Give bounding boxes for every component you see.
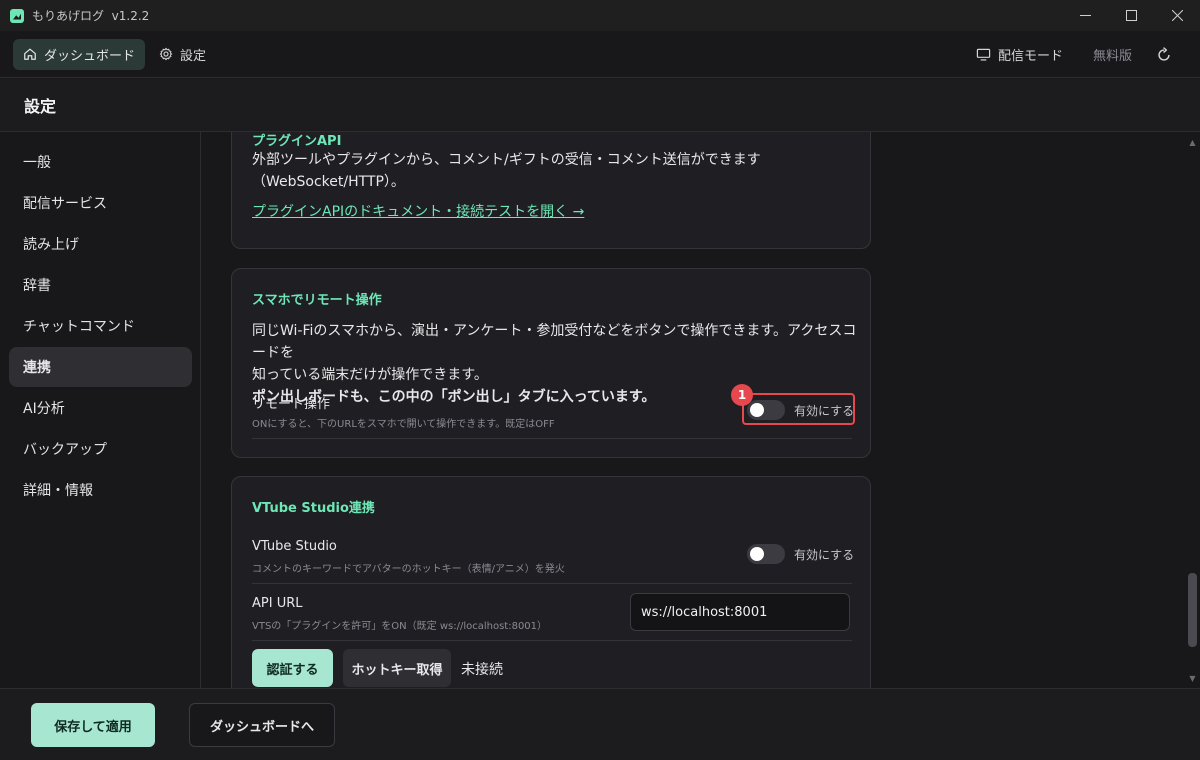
authenticate-button[interactable]: 認証する <box>252 649 333 687</box>
step-badge: 1 <box>731 384 753 406</box>
connection-status: 未接続 <box>461 662 503 678</box>
title-bar: もりあげログ v1.2.2 <box>0 0 1200 31</box>
divider <box>252 438 852 439</box>
footer-bar: 保存して適用 ダッシュボードへ <box>0 688 1200 760</box>
settings-content[interactable]: プラグインAPI 外部ツールやプラグインから、コメント/ギフトの受信・コメント送… <box>202 132 1185 688</box>
refresh-icon <box>1158 46 1170 61</box>
plugin-api-title: プラグインAPI <box>252 134 342 149</box>
window-controls <box>1062 0 1200 31</box>
plugin-api-desc-line1: 外部ツールやプラグインから、コメント/ギフトの受信・コメント送信ができます <box>252 152 761 168</box>
settings-sidebar: 一般 配信サービス 読み上げ 辞書 チャットコマンド 連携 AI分析 バックアッ… <box>0 132 201 688</box>
maximize-icon <box>1125 10 1137 21</box>
nav-right-group: 配信モード 無料版 <box>976 31 1200 78</box>
sidebar-item-label: チャットコマンド <box>23 319 135 335</box>
save-and-apply-button[interactable]: 保存して適用 <box>31 703 155 747</box>
refresh-button[interactable] <box>1154 45 1174 65</box>
highlight-box <box>742 393 855 425</box>
nav-dashboard-button[interactable]: ダッシュボード <box>13 38 146 70</box>
get-hotkeys-button[interactable]: ホットキー取得 <box>343 649 451 687</box>
vtube-studio-card: VTube Studio連携 VTube Studio コメントのキーワードでア… <box>231 476 871 688</box>
api-url-help: VTSの「プラグインを許可」をON（既定 ws://localhost:8001… <box>252 621 548 632</box>
close-button[interactable] <box>1154 0 1200 31</box>
sidebar-item-ai-analysis[interactable]: AI分析 <box>9 388 192 428</box>
plugin-api-description: 外部ツールやプラグインから、コメント/ギフトの受信・コメント送信ができます （W… <box>252 149 862 193</box>
nav-settings-label: 設定 <box>180 48 207 64</box>
remote-setting-help: ONにすると、下のURLをスマホで開いて操作できます。既定はOFF <box>252 419 555 430</box>
top-navigation: ダッシュボード 設定 配信モード 無料版 <box>0 31 1200 78</box>
sidebar-item-label: 配信サービス <box>23 196 107 212</box>
vtube-setting-label: VTube Studio <box>252 539 337 554</box>
page-header: 設定 <box>0 79 1200 132</box>
free-version-label: 無料版 <box>1092 49 1132 64</box>
scrollbar-thumb[interactable] <box>1188 573 1197 647</box>
scroll-up-arrow-icon[interactable]: ▲ <box>1185 135 1200 149</box>
vtube-setting-help: コメントのキーワードでアバターのホットキー（表情/アニメ）を発火 <box>252 564 565 575</box>
plugin-api-docs-link[interactable]: プラグインAPIのドキュメント・接続テストを開く → <box>252 201 584 221</box>
sidebar-item-chat-commands[interactable]: チャットコマンド <box>9 306 192 346</box>
sidebar-item-label: 辞書 <box>23 278 51 294</box>
page-title: 設定 <box>24 97 57 116</box>
nav-dashboard-label: ダッシュボード <box>44 48 136 64</box>
close-icon <box>1171 10 1183 21</box>
go-to-dashboard-button[interactable]: ダッシュボードへ <box>189 703 335 747</box>
divider <box>252 583 852 584</box>
remote-control-title: スマホでリモート操作 <box>252 293 382 308</box>
monitor-icon <box>976 48 991 61</box>
scroll-down-arrow-icon[interactable]: ▼ <box>1185 671 1200 685</box>
vtube-toggle[interactable]: 有効にする <box>747 544 854 564</box>
app-name: もりあげログ <box>32 9 105 23</box>
toggle-switch[interactable] <box>747 544 785 564</box>
divider <box>252 640 852 641</box>
nav-settings-button[interactable]: 設定 <box>159 45 206 64</box>
sidebar-item-streaming-services[interactable]: 配信サービス <box>9 183 192 223</box>
sidebar-item-general[interactable]: 一般 <box>9 142 192 182</box>
remote-desc-line2: 知っている端末だけが操作できます。 <box>252 367 488 383</box>
remote-desc-line1: 同じWi-Fiのスマホから、演出・アンケート・参加受付などをボタンで操作できます… <box>252 323 857 361</box>
vtube-studio-title: VTube Studio連携 <box>252 501 375 516</box>
plugin-api-desc-line2: （WebSocket/HTTP）。 <box>252 174 405 190</box>
sidebar-item-dictionary[interactable]: 辞書 <box>9 265 192 305</box>
remote-control-card: スマホでリモート操作 同じWi-Fiのスマホから、演出・アンケート・参加受付など… <box>231 268 871 458</box>
content-scrollbar[interactable]: ▲ ▼ <box>1185 132 1200 688</box>
minimize-icon <box>1079 15 1091 16</box>
gear-icon <box>159 47 173 61</box>
plugin-api-card: プラグインAPI 外部ツールやプラグインから、コメント/ギフトの受信・コメント送… <box>231 132 871 249</box>
home-icon <box>24 48 36 60</box>
app-logo-icon <box>10 8 24 23</box>
sidebar-item-label: 連携 <box>23 360 51 376</box>
sidebar-item-label: 詳細・情報 <box>23 483 93 499</box>
api-url-label: API URL <box>252 596 303 611</box>
sidebar-item-label: バックアップ <box>23 442 107 458</box>
minimize-button[interactable] <box>1062 0 1108 31</box>
app-version: v1.2.2 <box>111 9 150 23</box>
sidebar-item-label: 一般 <box>23 155 51 171</box>
sidebar-item-label: AI分析 <box>23 401 65 417</box>
stream-mode-label: 配信モード <box>997 49 1063 64</box>
stream-mode-button[interactable]: 配信モード <box>976 45 1063 64</box>
maximize-button[interactable] <box>1108 0 1154 31</box>
toggle-label: 有効にする <box>794 547 855 562</box>
api-url-input[interactable] <box>630 593 850 631</box>
window-title: もりあげログ v1.2.2 <box>32 7 149 24</box>
sidebar-item-label: 読み上げ <box>23 237 79 253</box>
remote-setting-label: リモート操作 <box>252 397 331 412</box>
sidebar-item-details-info[interactable]: 詳細・情報 <box>9 470 192 510</box>
sidebar-item-read-aloud[interactable]: 読み上げ <box>9 224 192 264</box>
sidebar-item-backup[interactable]: バックアップ <box>9 429 192 469</box>
sidebar-item-integrations[interactable]: 連携 <box>9 347 192 387</box>
